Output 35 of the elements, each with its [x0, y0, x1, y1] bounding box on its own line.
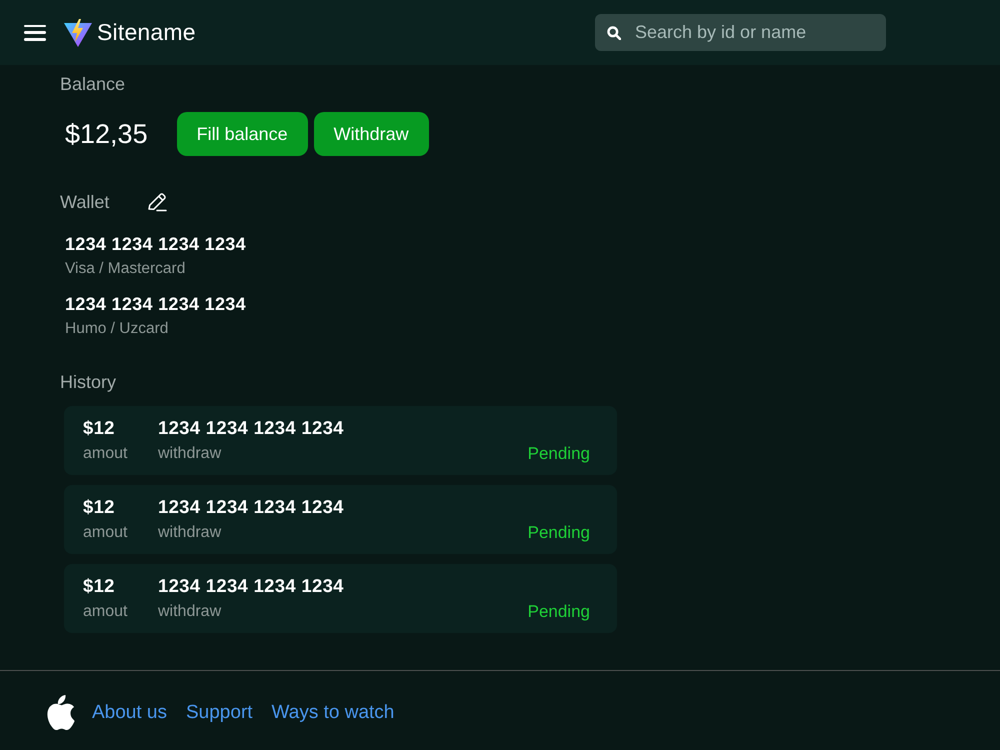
- status-label: Pending: [528, 444, 590, 464]
- card-number: 1234 1234 1234 1234: [65, 234, 246, 254]
- amount-label: amout: [83, 445, 128, 463]
- fill-balance-button[interactable]: Fill balance: [176, 112, 308, 156]
- card-type: Visa / Mastercard: [65, 260, 186, 278]
- balance-amount: $12,35: [65, 118, 148, 150]
- footer-link[interactable]: About us: [92, 702, 167, 724]
- menu-button[interactable]: [24, 24, 46, 40]
- transaction-type: withdraw: [158, 603, 222, 621]
- footer-link[interactable]: Ways to watch: [272, 702, 394, 724]
- card-number: 1234 1234 1234 1234: [65, 294, 246, 314]
- card-type: Humo / Uzcard: [65, 320, 168, 338]
- section-title: Wallet: [60, 192, 110, 212]
- amount-label: amout: [83, 524, 128, 542]
- search-icon: [607, 26, 621, 40]
- amount-value: $12: [83, 575, 115, 597]
- logo-icon: [64, 18, 92, 46]
- card-number: 1234 1234 1234 1234: [158, 575, 344, 597]
- footer-link[interactable]: Support: [186, 702, 253, 724]
- apple-icon: [45, 695, 75, 730]
- site-name: Sitename: [97, 19, 196, 46]
- card-number: 1234 1234 1234 1234: [158, 496, 344, 518]
- section-title: Balance: [60, 74, 126, 94]
- search-field[interactable]: Search by id or name: [595, 14, 886, 51]
- transaction-type: withdraw: [158, 524, 222, 542]
- amount-value: $12: [83, 417, 115, 439]
- status-label: Pending: [528, 602, 590, 622]
- amount-label: amout: [83, 603, 128, 621]
- status-label: Pending: [528, 523, 590, 543]
- amount-value: $12: [83, 496, 115, 518]
- section-title: History: [60, 372, 116, 392]
- transaction-type: withdraw: [158, 445, 222, 463]
- card-number: 1234 1234 1234 1234: [158, 417, 344, 439]
- withdraw-button[interactable]: Withdraw: [314, 112, 429, 156]
- edit-icon[interactable]: [146, 191, 168, 213]
